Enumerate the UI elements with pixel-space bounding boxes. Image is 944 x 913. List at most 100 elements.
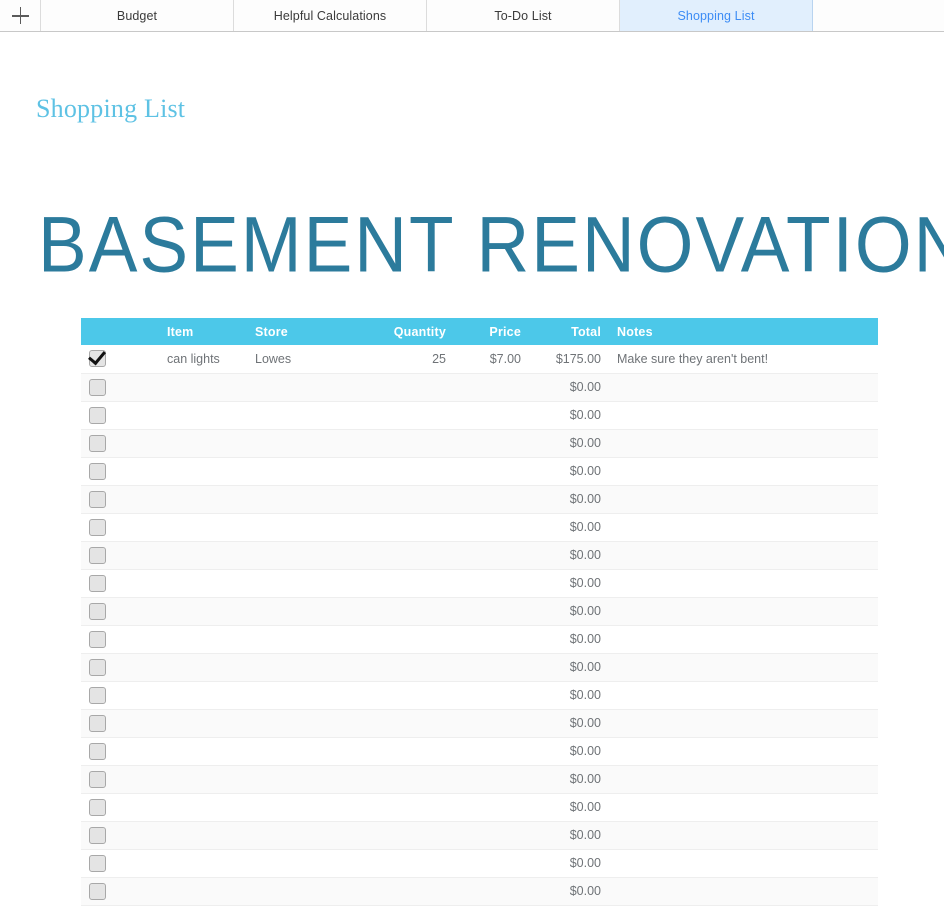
cell-quantity[interactable] <box>372 877 454 906</box>
cell-store[interactable] <box>247 765 372 794</box>
row-checkbox-cell[interactable] <box>81 429 159 458</box>
cell-price[interactable] <box>454 765 529 794</box>
cell-quantity[interactable] <box>372 765 454 794</box>
table-row[interactable]: $0.00 <box>81 485 878 514</box>
cell-notes[interactable] <box>609 653 878 682</box>
cell-store[interactable] <box>247 513 372 542</box>
cell-item[interactable] <box>159 401 247 430</box>
table-row[interactable]: $0.00 <box>81 821 878 850</box>
row-checkbox-cell[interactable] <box>81 681 159 710</box>
cell-quantity[interactable] <box>372 653 454 682</box>
cell-store[interactable] <box>247 793 372 822</box>
cell-store[interactable] <box>247 373 372 402</box>
cell-quantity[interactable] <box>372 373 454 402</box>
cell-item[interactable] <box>159 821 247 850</box>
cell-total[interactable]: $0.00 <box>529 457 609 486</box>
cell-notes[interactable] <box>609 485 878 514</box>
cell-store[interactable] <box>247 429 372 458</box>
row-checkbox-cell[interactable] <box>81 821 159 850</box>
cell-item[interactable] <box>159 569 247 598</box>
cell-item[interactable] <box>159 429 247 458</box>
cell-total[interactable]: $0.00 <box>529 401 609 430</box>
cell-price[interactable] <box>454 821 529 850</box>
cell-price[interactable] <box>454 597 529 626</box>
cell-store[interactable] <box>247 709 372 738</box>
cell-price[interactable] <box>454 541 529 570</box>
cell-total[interactable]: $0.00 <box>529 765 609 794</box>
table-row[interactable]: $0.00 <box>81 541 878 570</box>
cell-item[interactable] <box>159 793 247 822</box>
cell-item[interactable] <box>159 513 247 542</box>
cell-notes[interactable] <box>609 597 878 626</box>
cell-quantity[interactable] <box>372 793 454 822</box>
checkbox-icon[interactable] <box>89 378 106 396</box>
checkbox-icon[interactable] <box>89 686 106 704</box>
cell-price[interactable] <box>454 429 529 458</box>
cell-item[interactable] <box>159 457 247 486</box>
cell-item[interactable] <box>159 485 247 514</box>
checkbox-icon[interactable] <box>89 714 106 732</box>
row-checkbox-cell[interactable] <box>81 737 159 766</box>
cell-total[interactable]: $175.00 <box>529 345 609 374</box>
cell-notes[interactable] <box>609 849 878 878</box>
table-row[interactable]: $0.00 <box>81 653 878 682</box>
cell-notes[interactable] <box>609 821 878 850</box>
table-row[interactable]: $0.00 <box>81 429 878 458</box>
cell-price[interactable] <box>454 373 529 402</box>
cell-quantity[interactable] <box>372 429 454 458</box>
row-checkbox-cell[interactable] <box>81 569 159 598</box>
checkbox-icon[interactable] <box>89 546 106 564</box>
tab-helpful-calculations[interactable]: Helpful Calculations <box>234 0 427 31</box>
cell-total[interactable]: $0.00 <box>529 737 609 766</box>
cell-total[interactable]: $0.00 <box>529 625 609 654</box>
cell-store[interactable] <box>247 849 372 878</box>
cell-price[interactable] <box>454 569 529 598</box>
cell-store[interactable] <box>247 877 372 906</box>
cell-notes[interactable] <box>609 429 878 458</box>
cell-item[interactable] <box>159 653 247 682</box>
cell-quantity[interactable] <box>372 485 454 514</box>
cell-total[interactable]: $0.00 <box>529 373 609 402</box>
cell-item[interactable] <box>159 373 247 402</box>
tab-shopping-list[interactable]: Shopping List <box>620 0 813 31</box>
cell-total[interactable]: $0.00 <box>529 541 609 570</box>
cell-notes[interactable]: Make sure they aren't bent! <box>609 345 878 374</box>
cell-item[interactable] <box>159 765 247 794</box>
cell-total[interactable]: $0.00 <box>529 821 609 850</box>
cell-total[interactable]: $0.00 <box>529 681 609 710</box>
cell-notes[interactable] <box>609 513 878 542</box>
cell-notes[interactable] <box>609 877 878 906</box>
row-checkbox-cell[interactable] <box>81 485 159 514</box>
cell-notes[interactable] <box>609 569 878 598</box>
row-checkbox-cell[interactable] <box>81 373 159 402</box>
cell-total[interactable]: $0.00 <box>529 485 609 514</box>
checkbox-icon[interactable] <box>89 462 106 480</box>
cell-store[interactable] <box>247 625 372 654</box>
cell-store[interactable] <box>247 569 372 598</box>
checkbox-icon[interactable] <box>89 882 106 900</box>
cell-total[interactable]: $0.00 <box>529 597 609 626</box>
cell-price[interactable] <box>454 849 529 878</box>
cell-notes[interactable] <box>609 541 878 570</box>
row-checkbox-cell[interactable] <box>81 877 159 906</box>
table-row[interactable]: $0.00 <box>81 569 878 598</box>
cell-price[interactable] <box>454 513 529 542</box>
cell-price[interactable] <box>454 681 529 710</box>
checkbox-icon[interactable] <box>89 798 106 816</box>
cell-store[interactable] <box>247 457 372 486</box>
row-checkbox-cell[interactable] <box>81 345 159 374</box>
row-checkbox-cell[interactable] <box>81 849 159 878</box>
cell-price[interactable] <box>454 485 529 514</box>
column-header-price[interactable]: Price <box>454 318 529 345</box>
cell-price[interactable] <box>454 457 529 486</box>
cell-quantity[interactable] <box>372 681 454 710</box>
checkbox-icon[interactable] <box>89 826 106 844</box>
cell-notes[interactable] <box>609 793 878 822</box>
cell-store[interactable] <box>247 737 372 766</box>
checkbox-icon[interactable] <box>89 518 106 536</box>
cell-store[interactable] <box>247 401 372 430</box>
checkbox-icon[interactable] <box>89 742 106 760</box>
row-checkbox-cell[interactable] <box>81 765 159 794</box>
cell-quantity[interactable] <box>372 401 454 430</box>
row-checkbox-cell[interactable] <box>81 541 159 570</box>
